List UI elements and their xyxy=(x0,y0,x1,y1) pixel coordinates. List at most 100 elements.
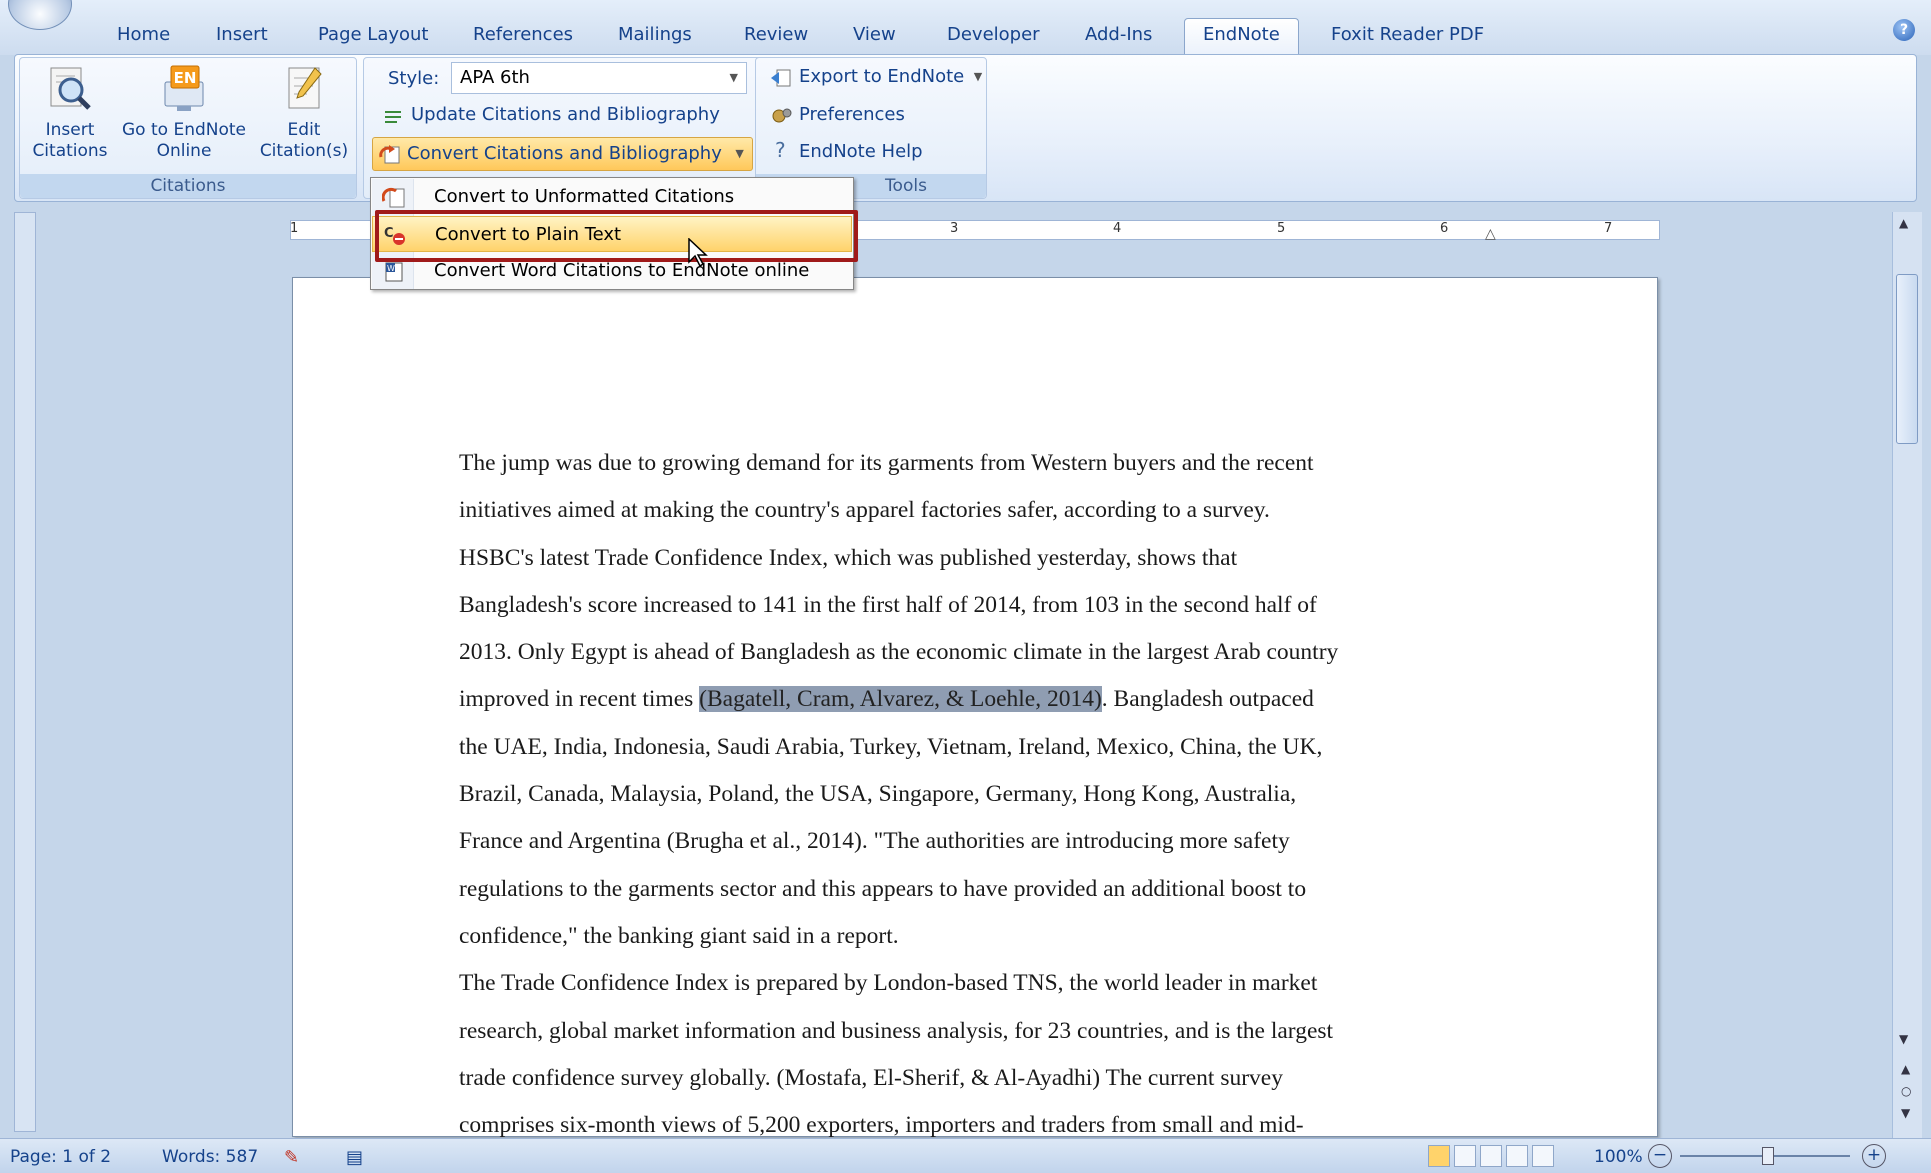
tab-developer[interactable]: Developer xyxy=(947,24,1040,45)
chevron-down-icon[interactable]: ▼ xyxy=(735,138,743,170)
insert-citations-button[interactable]: Insert Citations xyxy=(24,64,116,162)
spelling-check-icon[interactable]: ✎ xyxy=(284,1147,299,1168)
go-to-endnote-online-button[interactable]: EN Go to EndNote Online xyxy=(118,64,250,162)
doc-line: the UAE, India, Indonesia, Saudi Arabia,… xyxy=(459,733,1323,760)
tab-view[interactable]: View xyxy=(853,24,896,45)
tab-add-ins[interactable]: Add-Ins xyxy=(1085,24,1152,45)
menu-item-label: Convert to Plain Text xyxy=(435,224,622,245)
magnifier-icon xyxy=(45,64,95,114)
doc-line: confidence," the banking giant said in a… xyxy=(459,922,899,949)
doc-line: HSBC's latest Trade Confidence Index, wh… xyxy=(459,544,1238,571)
endnote-help-label: EndNote Help xyxy=(799,141,923,162)
ruler-number: 3 xyxy=(950,221,959,236)
edit-document-icon xyxy=(279,64,329,114)
menu-item-label: Convert Word Citations to EndNote online xyxy=(434,260,810,281)
menu-item-label: Convert to Unformatted Citations xyxy=(434,186,735,207)
update-citations-button[interactable]: Update Citations and Bibliography xyxy=(377,100,720,130)
scroll-down-icon[interactable]: ▼ xyxy=(1899,1032,1908,1046)
plain-text-icon: C xyxy=(383,224,407,246)
ribbon-panel: Insert Citations EN Go to EndNote Online… xyxy=(14,54,1917,202)
tab-foxit-reader-pdf[interactable]: Foxit Reader PDF xyxy=(1331,24,1484,45)
edit-citations-line1: Edit xyxy=(287,120,321,140)
tab-home[interactable]: Home xyxy=(117,24,170,45)
tab-mailings[interactable]: Mailings xyxy=(618,24,692,45)
web-layout-view-icon[interactable] xyxy=(1480,1145,1502,1167)
update-citations-label: Update Citations and Bibliography xyxy=(411,104,720,125)
browse-object-icon[interactable]: ○ xyxy=(1901,1084,1911,1098)
insert-citations-line1: Insert xyxy=(45,120,95,140)
doc-line: Brazil, Canada, Malaysia, Poland, the US… xyxy=(459,781,1297,808)
document-page[interactable]: The jump was due to growing demand for i… xyxy=(292,277,1658,1138)
ribbon-tab-bar: Home Insert Page Layout References Maili… xyxy=(0,0,1931,56)
indent-marker-icon[interactable]: △ xyxy=(1485,226,1496,242)
style-combobox[interactable]: APA 6th ▼ xyxy=(451,62,747,94)
doc-line: The Trade Confidence Index is prepared b… xyxy=(459,970,1318,997)
edit-citations-line2: Citation(s) xyxy=(259,141,349,161)
tab-references[interactable]: References xyxy=(473,24,573,45)
vertical-scrollbar[interactable]: ▲ ▼ ▲ ○ ▼ xyxy=(1892,212,1922,1138)
zoom-slider-thumb[interactable] xyxy=(1762,1147,1774,1165)
citations-group-label: Citations xyxy=(20,174,356,198)
scroll-up-icon[interactable]: ▲ xyxy=(1899,216,1908,230)
previous-page-icon[interactable]: ▲ xyxy=(1901,1062,1910,1076)
convert-citations-button[interactable]: Convert Citations and Bibliography ▼ xyxy=(372,137,753,171)
zoom-in-icon[interactable]: + xyxy=(1862,1144,1886,1168)
ruler-number: 6 xyxy=(1440,221,1449,236)
ruler-number: 4 xyxy=(1113,221,1122,236)
update-bibliography-icon xyxy=(383,106,403,124)
word-citations-icon: W xyxy=(382,260,406,282)
document-body[interactable]: The jump was due to growing demand for i… xyxy=(459,440,1519,1149)
ruler-number: 5 xyxy=(1277,221,1286,236)
draft-view-icon[interactable] xyxy=(1532,1145,1554,1167)
style-value: APA 6th xyxy=(460,67,530,88)
menu-item-convert-plain-text[interactable]: C Convert to Plain Text xyxy=(372,216,852,252)
citation-field-highlighted[interactable]: (Bagatell, Cram, Alvarez, & Loehle, 2014… xyxy=(699,686,1102,713)
endnote-help-button[interactable]: ? EndNote Help xyxy=(765,137,923,167)
doc-line: initiatives aimed at making the country'… xyxy=(459,497,1270,524)
svg-text:W: W xyxy=(387,264,395,273)
full-screen-reading-view-icon[interactable] xyxy=(1454,1145,1476,1167)
chevron-down-icon[interactable]: ▼ xyxy=(730,63,738,93)
preferences-button[interactable]: Preferences xyxy=(765,100,905,130)
office-button[interactable] xyxy=(8,0,72,30)
ruler-number: 1 xyxy=(290,221,299,236)
preferences-label: Preferences xyxy=(799,104,905,125)
print-layout-view-icon[interactable] xyxy=(1428,1145,1450,1167)
macro-record-icon[interactable]: ▤ xyxy=(346,1147,363,1168)
convert-citations-icon xyxy=(379,144,400,164)
outline-view-icon[interactable] xyxy=(1506,1145,1528,1167)
doc-line: research, global market information and … xyxy=(459,1017,1334,1044)
convert-citations-label: Convert Citations and Bibliography xyxy=(407,143,722,164)
unformatted-citations-icon xyxy=(381,186,406,208)
tab-review[interactable]: Review xyxy=(744,24,808,45)
menu-item-convert-word-citations[interactable]: W Convert Word Citations to EndNote onli… xyxy=(372,253,852,289)
convert-dropdown-menu: Convert to Unformatted Citations C Conve… xyxy=(370,177,854,290)
tab-page-layout[interactable]: Page Layout xyxy=(318,24,429,45)
menu-item-convert-unformatted[interactable]: Convert to Unformatted Citations xyxy=(372,179,852,215)
tab-insert[interactable]: Insert xyxy=(216,24,268,45)
word-count[interactable]: Words: 587 xyxy=(162,1147,258,1167)
doc-line: The jump was due to growing demand for i… xyxy=(459,450,1314,476)
doc-text: improved in recent times xyxy=(459,686,700,713)
citations-group: Insert Citations EN Go to EndNote Online… xyxy=(19,57,357,199)
page-indicator[interactable]: Page: 1 of 2 xyxy=(10,1147,111,1167)
chevron-down-icon[interactable]: ▼ xyxy=(974,62,982,92)
export-to-endnote-button[interactable]: Export to EndNote ▼ xyxy=(765,62,986,92)
doc-line: 2013. Only Egypt is ahead of Bangladesh … xyxy=(459,639,1339,666)
zoom-out-icon[interactable]: − xyxy=(1648,1144,1672,1168)
help-icon[interactable]: ? xyxy=(1893,19,1915,41)
edit-citations-button[interactable]: Edit Citation(s) xyxy=(256,64,352,162)
style-label: Style: xyxy=(388,68,440,89)
question-icon: ? xyxy=(775,138,786,162)
doc-line: Bangladesh's score increased to 141 in t… xyxy=(459,591,1317,618)
svg-text:C: C xyxy=(384,226,394,241)
scrollbar-thumb[interactable] xyxy=(1896,274,1918,444)
ruler-number: 7 xyxy=(1604,221,1613,236)
zoom-level[interactable]: 100% xyxy=(1594,1147,1643,1167)
tab-endnote[interactable]: EndNote xyxy=(1184,18,1299,56)
doc-line: France and Argentina (Brugha et al., 201… xyxy=(459,828,1290,855)
go-to-endnote-line1: Go to EndNote xyxy=(122,120,246,140)
insert-citations-line2: Citations xyxy=(32,141,108,161)
export-icon xyxy=(771,68,791,87)
next-page-icon[interactable]: ▼ xyxy=(1901,1106,1910,1120)
